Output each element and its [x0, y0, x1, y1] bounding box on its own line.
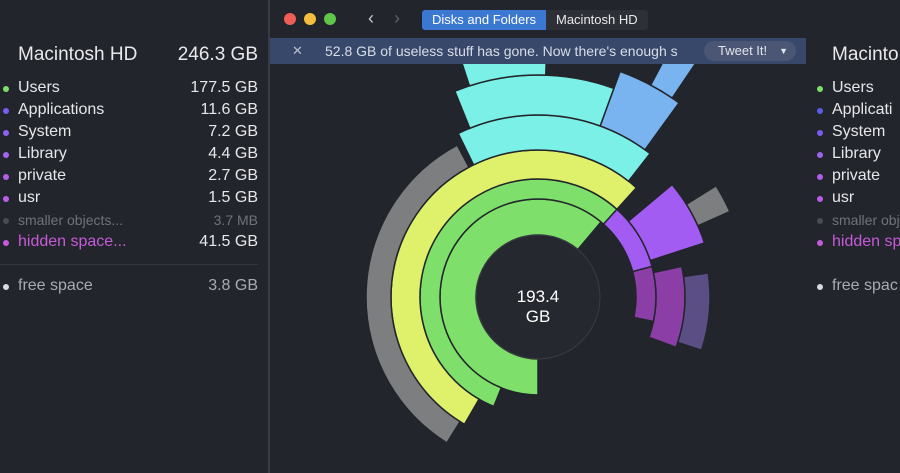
main-window: ‹ › Disks and Folders Macintosh HD ✕ 52.… [270, 0, 806, 473]
folder-row-applications[interactable]: Applications 11.6 GB [0, 99, 258, 121]
tweet-it-button[interactable]: Tweet It! ▼ [704, 41, 796, 61]
free-space-dot-icon [3, 284, 9, 290]
back-arrow-icon[interactable]: ‹ [368, 8, 374, 29]
sidebar-left: Macintosh HD 246.3 GB Users 177.5 GB Appli… [0, 0, 268, 473]
row-label: free spac [832, 277, 898, 294]
folder-list-right: Users Applicati System Library private usr sma… [814, 77, 900, 253]
folder-list: Users 177.5 GB Applications 11.6 GB System 7.… [0, 77, 258, 253]
banner-message: 52.8 GB of useless stuff has gone. Now t… [325, 43, 678, 59]
disk-sunburst-chart[interactable]: 193.4 GB [270, 64, 806, 473]
folder-row-usr[interactable]: usr 1.5 GB [0, 187, 258, 209]
color-dot-icon [817, 218, 823, 224]
disk-total-size: 246.3 GB [177, 44, 258, 65]
color-dot-icon [817, 108, 823, 114]
color-dot-icon [3, 108, 9, 114]
right-folder-row-5[interactable]: usr [814, 187, 900, 209]
right-folder-row-1[interactable]: Applicati [814, 99, 900, 121]
color-dot-icon [3, 240, 9, 246]
row-label: smaller obje [832, 212, 900, 228]
row-label: Users [18, 79, 60, 96]
close-icon[interactable]: ✕ [292, 38, 303, 64]
right-smaller-objects-row[interactable]: smaller obje [814, 209, 900, 231]
free-space-row[interactable]: free space 3.8 GB [0, 275, 258, 297]
close-window-button[interactable] [284, 13, 296, 25]
sidebar-right: Macinto Users Applicati System Library priva… [806, 0, 900, 473]
row-label: Users [832, 79, 874, 96]
row-size: 2.7 GB [208, 167, 258, 184]
row-size: 4.4 GB [208, 145, 258, 162]
right-hidden-space-row[interactable]: hidden spa [814, 231, 900, 253]
chevron-down-icon: ▼ [779, 46, 788, 56]
sunburst-segment-purple-ring-2[interactable] [631, 265, 657, 323]
disk-title: Macintosh HD 246.3 GB [18, 44, 258, 66]
color-dot-icon [3, 86, 9, 92]
color-dot-icon [817, 130, 823, 136]
folder-row-private[interactable]: private 2.7 GB [0, 165, 258, 187]
folder-row-users[interactable]: Users 177.5 GB [0, 77, 258, 99]
zoom-window-button[interactable] [324, 13, 336, 25]
color-dot-icon [817, 196, 823, 202]
list-divider [0, 264, 258, 265]
breadcrumb-disks-and-folders[interactable]: Disks and Folders [422, 10, 547, 30]
row-label: smaller objects... [18, 212, 124, 228]
disk-title-right: Macinto [832, 44, 899, 65]
color-dot-icon [817, 240, 823, 246]
row-size: 7.2 GB [208, 123, 258, 140]
row-size: 41.5 GB [199, 233, 258, 250]
disk-name: Macintosh HD [18, 44, 138, 65]
color-dot-icon [3, 174, 9, 180]
row-label: Library [18, 145, 67, 162]
row-label: usr [832, 189, 855, 206]
row-size: 177.5 GB [190, 79, 258, 96]
tweet-it-label: Tweet It! [718, 43, 768, 58]
smaller-objects-row[interactable]: smaller objects... 3.7 MB [0, 209, 258, 231]
row-label: Applications [18, 101, 105, 118]
right-folder-row-2[interactable]: System [814, 121, 900, 143]
free-space-label: free space [18, 277, 93, 294]
color-dot-icon [817, 86, 823, 92]
right-folder-row-0[interactable]: Users [814, 77, 900, 99]
titlebar: ‹ › Disks and Folders Macintosh HD [270, 0, 806, 38]
row-label: usr [18, 189, 41, 206]
folder-row-system[interactable]: System 7.2 GB [0, 121, 258, 143]
row-label: hidden spa [832, 233, 900, 250]
color-dot-icon [3, 130, 9, 136]
row-label: Library [832, 145, 881, 162]
breadcrumb-macintosh-hd[interactable]: Macintosh HD [546, 10, 648, 30]
color-dot-icon [817, 152, 823, 158]
row-size: 1.5 GB [208, 189, 258, 206]
row-size: 11.6 GB [200, 101, 258, 118]
right-folder-row-4[interactable]: private [814, 165, 900, 187]
color-dot-icon [817, 174, 823, 180]
row-label: hidden space... [18, 233, 127, 250]
row-label: System [832, 123, 886, 140]
right-folder-row-3[interactable]: Library [814, 143, 900, 165]
color-dot-icon [3, 196, 9, 202]
notification-banner: ✕ 52.8 GB of useless stuff has gone. Now… [270, 38, 806, 64]
hidden-space-row[interactable]: hidden space... 41.5 GB [0, 231, 258, 253]
minimize-window-button[interactable] [304, 13, 316, 25]
color-dot-icon [3, 152, 9, 158]
row-label: private [18, 167, 67, 184]
color-dot-icon [817, 284, 823, 290]
free-space-size: 3.8 GB [208, 277, 258, 294]
row-size: 3.7 MB [213, 212, 258, 228]
center-size-value: 193.4 [517, 287, 560, 306]
row-label: private [832, 167, 881, 184]
row-label: Applicati [832, 101, 893, 118]
right-free-space-row[interactable]: free spac [814, 275, 900, 297]
color-dot-icon [3, 218, 9, 224]
center-size-unit: GB [526, 307, 551, 326]
forward-arrow-icon[interactable]: › [394, 8, 400, 29]
row-label: System [18, 123, 72, 140]
folder-row-library[interactable]: Library 4.4 GB [0, 143, 258, 165]
